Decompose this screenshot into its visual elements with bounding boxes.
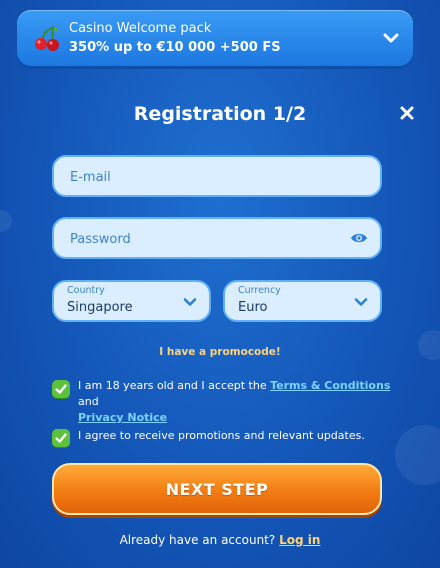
page-title: Registration 1/2 bbox=[133, 103, 307, 125]
close-icon[interactable] bbox=[398, 104, 416, 122]
promocode-link[interactable]: I have a promocode! bbox=[0, 346, 440, 358]
terms-link[interactable]: Terms & Conditions bbox=[270, 379, 390, 392]
password-field[interactable] bbox=[52, 217, 382, 259]
login-link[interactable]: Log in bbox=[279, 533, 320, 547]
country-label: Country bbox=[67, 285, 105, 296]
promo-title: Casino Welcome pack bbox=[69, 21, 212, 36]
age-terms-text: I am 18 years old and I accept the Terms… bbox=[78, 378, 392, 426]
chevron-down-icon bbox=[354, 298, 368, 306]
promo-offer: 350% up to €10 000 +500 FS bbox=[69, 40, 281, 55]
promotions-checkbox[interactable] bbox=[52, 429, 70, 447]
chevron-down-icon[interactable] bbox=[383, 30, 399, 46]
age-terms-checkbox[interactable] bbox=[52, 380, 70, 398]
promotions-text: I agree to receive promotions and releva… bbox=[78, 429, 365, 442]
account-prompt: Already have an account? Log in bbox=[0, 533, 440, 547]
password-input[interactable] bbox=[68, 219, 348, 259]
age-terms-consent: I am 18 years old and I accept the Terms… bbox=[52, 378, 392, 424]
country-select[interactable]: Country Singapore bbox=[52, 280, 211, 322]
decorative-bubble bbox=[0, 210, 12, 232]
currency-select[interactable]: Currency Euro bbox=[223, 280, 382, 322]
chevron-down-icon bbox=[183, 298, 197, 306]
decorative-bubble bbox=[395, 425, 440, 485]
checkmark-icon bbox=[55, 433, 67, 443]
promotions-consent: I agree to receive promotions and releva… bbox=[52, 427, 392, 447]
checkmark-icon bbox=[55, 384, 67, 394]
next-step-button[interactable]: NEXT STEP bbox=[52, 463, 382, 515]
account-text: Already have an account? bbox=[119, 533, 276, 547]
currency-label: Currency bbox=[238, 285, 281, 296]
privacy-link[interactable]: Privacy Notice bbox=[78, 411, 167, 424]
and-text: and bbox=[78, 395, 99, 408]
email-field[interactable] bbox=[52, 155, 382, 197]
welcome-pack-banner[interactable]: Casino Welcome pack 350% up to €10 000 +… bbox=[17, 10, 413, 66]
currency-value: Euro bbox=[238, 300, 268, 315]
country-value: Singapore bbox=[67, 300, 133, 315]
cherry-icon bbox=[35, 26, 59, 51]
age-text: I am 18 years old and I accept the bbox=[78, 379, 267, 392]
eye-icon[interactable] bbox=[350, 231, 368, 245]
email-input[interactable] bbox=[68, 157, 348, 197]
